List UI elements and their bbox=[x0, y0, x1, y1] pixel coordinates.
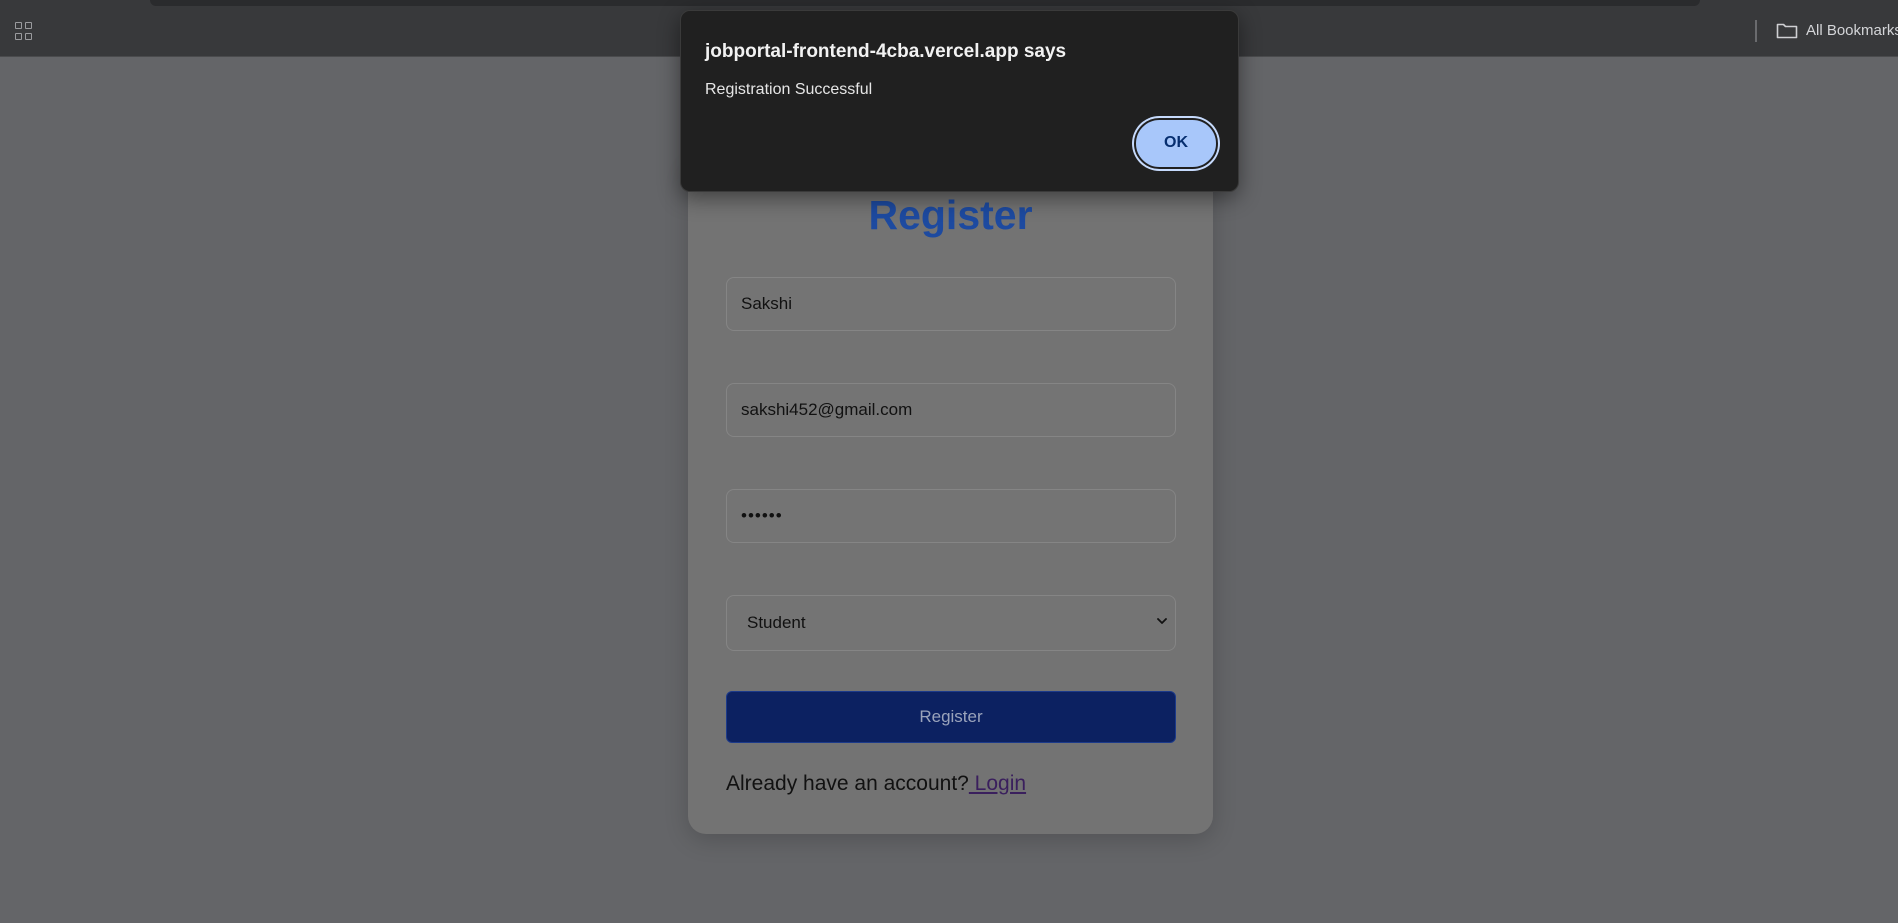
apps-grid-icon[interactable] bbox=[15, 22, 33, 40]
register-button[interactable]: Register bbox=[726, 691, 1176, 743]
role-select-value: Student bbox=[747, 613, 806, 632]
folder-icon bbox=[1776, 23, 1798, 39]
login-prompt-text: Already have an account? bbox=[726, 772, 969, 795]
email-input-value: sakshi452@gmail.com bbox=[741, 400, 913, 419]
login-link[interactable]: Login bbox=[969, 772, 1026, 795]
dialog-title: jobportal-frontend-4cba.vercel.app says bbox=[705, 41, 1067, 62]
name-input[interactable]: Sakshi bbox=[726, 277, 1176, 331]
password-input-value: •••••• bbox=[741, 506, 783, 525]
alert-dialog: jobportal-frontend-4cba.vercel.app says … bbox=[680, 10, 1239, 192]
page-title: Register bbox=[868, 192, 1033, 238]
password-input[interactable]: •••••• bbox=[726, 489, 1176, 543]
register-card: Register Sakshi sakshi452@gmail.com ••••… bbox=[688, 160, 1213, 834]
name-input-value: Sakshi bbox=[741, 294, 793, 313]
role-select[interactable]: Student bbox=[726, 595, 1176, 651]
ok-button[interactable]: OK bbox=[1134, 118, 1218, 169]
email-input[interactable]: sakshi452@gmail.com bbox=[726, 383, 1176, 437]
all-bookmarks-link[interactable]: All Bookmarks bbox=[1806, 22, 1898, 39]
bookmarks-divider bbox=[1755, 20, 1757, 42]
dialog-message: Registration Successful bbox=[705, 81, 873, 98]
login-prompt: Already have an account? Login bbox=[726, 772, 1026, 796]
chevron-down-icon bbox=[1157, 618, 1167, 624]
address-bar-edge bbox=[150, 0, 1700, 6]
